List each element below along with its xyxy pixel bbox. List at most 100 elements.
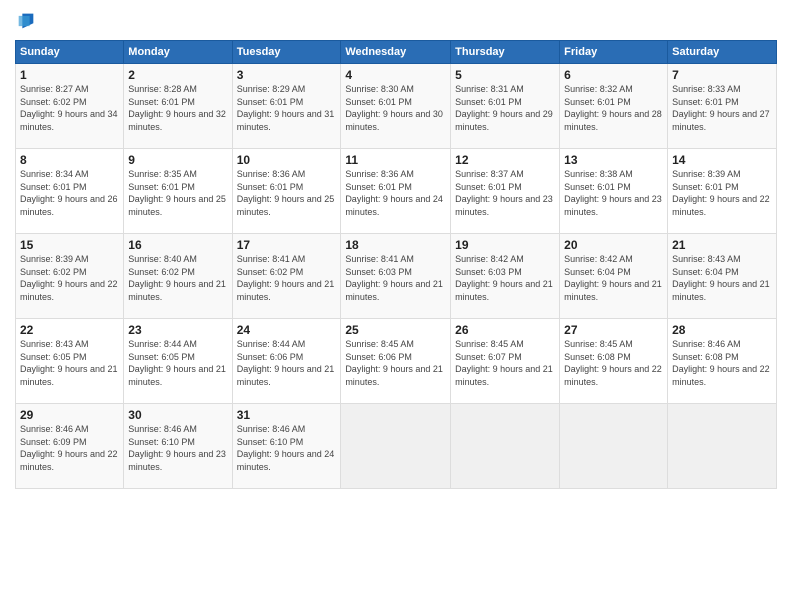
day-info: Sunrise: 8:46 AM Sunset: 6:10 PM Dayligh… (128, 423, 227, 473)
calendar-cell: 8 Sunrise: 8:34 AM Sunset: 6:01 PM Dayli… (16, 149, 124, 234)
day-number: 18 (345, 238, 446, 252)
day-number: 8 (20, 153, 119, 167)
day-number: 3 (237, 68, 337, 82)
day-number: 10 (237, 153, 337, 167)
day-number: 31 (237, 408, 337, 422)
calendar-cell: 23 Sunrise: 8:44 AM Sunset: 6:05 PM Dayl… (124, 319, 232, 404)
day-number: 11 (345, 153, 446, 167)
calendar-cell: 26 Sunrise: 8:45 AM Sunset: 6:07 PM Dayl… (451, 319, 560, 404)
day-info: Sunrise: 8:40 AM Sunset: 6:02 PM Dayligh… (128, 253, 227, 303)
day-info: Sunrise: 8:45 AM Sunset: 6:08 PM Dayligh… (564, 338, 663, 388)
day-info: Sunrise: 8:28 AM Sunset: 6:01 PM Dayligh… (128, 83, 227, 133)
day-info: Sunrise: 8:31 AM Sunset: 6:01 PM Dayligh… (455, 83, 555, 133)
day-info: Sunrise: 8:44 AM Sunset: 6:06 PM Dayligh… (237, 338, 337, 388)
calendar-week-row: 22 Sunrise: 8:43 AM Sunset: 6:05 PM Dayl… (16, 319, 777, 404)
day-info: Sunrise: 8:29 AM Sunset: 6:01 PM Dayligh… (237, 83, 337, 133)
day-info: Sunrise: 8:39 AM Sunset: 6:02 PM Dayligh… (20, 253, 119, 303)
weekday-header-saturday: Saturday (668, 41, 777, 64)
day-number: 4 (345, 68, 446, 82)
calendar-cell: 7 Sunrise: 8:33 AM Sunset: 6:01 PM Dayli… (668, 64, 777, 149)
day-info: Sunrise: 8:38 AM Sunset: 6:01 PM Dayligh… (564, 168, 663, 218)
calendar-cell: 14 Sunrise: 8:39 AM Sunset: 6:01 PM Dayl… (668, 149, 777, 234)
day-number: 25 (345, 323, 446, 337)
day-info: Sunrise: 8:42 AM Sunset: 6:03 PM Dayligh… (455, 253, 555, 303)
day-number: 16 (128, 238, 227, 252)
day-number: 17 (237, 238, 337, 252)
calendar-cell: 5 Sunrise: 8:31 AM Sunset: 6:01 PM Dayli… (451, 64, 560, 149)
day-info: Sunrise: 8:35 AM Sunset: 6:01 PM Dayligh… (128, 168, 227, 218)
calendar-cell: 18 Sunrise: 8:41 AM Sunset: 6:03 PM Dayl… (341, 234, 451, 319)
calendar-cell: 6 Sunrise: 8:32 AM Sunset: 6:01 PM Dayli… (560, 64, 668, 149)
day-number: 28 (672, 323, 772, 337)
calendar-cell (560, 404, 668, 489)
calendar-cell: 15 Sunrise: 8:39 AM Sunset: 6:02 PM Dayl… (16, 234, 124, 319)
day-info: Sunrise: 8:32 AM Sunset: 6:01 PM Dayligh… (564, 83, 663, 133)
calendar-cell: 2 Sunrise: 8:28 AM Sunset: 6:01 PM Dayli… (124, 64, 232, 149)
day-info: Sunrise: 8:30 AM Sunset: 6:01 PM Dayligh… (345, 83, 446, 133)
day-info: Sunrise: 8:41 AM Sunset: 6:03 PM Dayligh… (345, 253, 446, 303)
calendar-cell: 12 Sunrise: 8:37 AM Sunset: 6:01 PM Dayl… (451, 149, 560, 234)
day-number: 7 (672, 68, 772, 82)
calendar-cell: 24 Sunrise: 8:44 AM Sunset: 6:06 PM Dayl… (232, 319, 341, 404)
calendar-week-row: 15 Sunrise: 8:39 AM Sunset: 6:02 PM Dayl… (16, 234, 777, 319)
calendar-cell: 22 Sunrise: 8:43 AM Sunset: 6:05 PM Dayl… (16, 319, 124, 404)
calendar-week-row: 8 Sunrise: 8:34 AM Sunset: 6:01 PM Dayli… (16, 149, 777, 234)
day-number: 9 (128, 153, 227, 167)
day-number: 2 (128, 68, 227, 82)
calendar-cell: 28 Sunrise: 8:46 AM Sunset: 6:08 PM Dayl… (668, 319, 777, 404)
day-info: Sunrise: 8:36 AM Sunset: 6:01 PM Dayligh… (237, 168, 337, 218)
day-number: 30 (128, 408, 227, 422)
weekday-header-tuesday: Tuesday (232, 41, 341, 64)
day-number: 21 (672, 238, 772, 252)
calendar-cell: 10 Sunrise: 8:36 AM Sunset: 6:01 PM Dayl… (232, 149, 341, 234)
day-number: 15 (20, 238, 119, 252)
day-info: Sunrise: 8:46 AM Sunset: 6:10 PM Dayligh… (237, 423, 337, 473)
calendar-cell: 29 Sunrise: 8:46 AM Sunset: 6:09 PM Dayl… (16, 404, 124, 489)
calendar-cell (341, 404, 451, 489)
day-number: 23 (128, 323, 227, 337)
calendar-cell: 1 Sunrise: 8:27 AM Sunset: 6:02 PM Dayli… (16, 64, 124, 149)
day-info: Sunrise: 8:43 AM Sunset: 6:05 PM Dayligh… (20, 338, 119, 388)
day-info: Sunrise: 8:41 AM Sunset: 6:02 PM Dayligh… (237, 253, 337, 303)
page: SundayMondayTuesdayWednesdayThursdayFrid… (0, 0, 792, 612)
calendar-cell: 25 Sunrise: 8:45 AM Sunset: 6:06 PM Dayl… (341, 319, 451, 404)
day-info: Sunrise: 8:43 AM Sunset: 6:04 PM Dayligh… (672, 253, 772, 303)
calendar-cell: 20 Sunrise: 8:42 AM Sunset: 6:04 PM Dayl… (560, 234, 668, 319)
day-info: Sunrise: 8:34 AM Sunset: 6:01 PM Dayligh… (20, 168, 119, 218)
weekday-header-friday: Friday (560, 41, 668, 64)
calendar-table: SundayMondayTuesdayWednesdayThursdayFrid… (15, 40, 777, 489)
day-info: Sunrise: 8:45 AM Sunset: 6:06 PM Dayligh… (345, 338, 446, 388)
calendar-cell: 3 Sunrise: 8:29 AM Sunset: 6:01 PM Dayli… (232, 64, 341, 149)
day-number: 27 (564, 323, 663, 337)
calendar-cell: 4 Sunrise: 8:30 AM Sunset: 6:01 PM Dayli… (341, 64, 451, 149)
calendar-cell: 11 Sunrise: 8:36 AM Sunset: 6:01 PM Dayl… (341, 149, 451, 234)
day-number: 12 (455, 153, 555, 167)
day-info: Sunrise: 8:46 AM Sunset: 6:08 PM Dayligh… (672, 338, 772, 388)
logo (15, 10, 41, 32)
calendar-cell: 19 Sunrise: 8:42 AM Sunset: 6:03 PM Dayl… (451, 234, 560, 319)
day-info: Sunrise: 8:36 AM Sunset: 6:01 PM Dayligh… (345, 168, 446, 218)
day-info: Sunrise: 8:39 AM Sunset: 6:01 PM Dayligh… (672, 168, 772, 218)
calendar-header-row: SundayMondayTuesdayWednesdayThursdayFrid… (16, 41, 777, 64)
calendar-cell: 21 Sunrise: 8:43 AM Sunset: 6:04 PM Dayl… (668, 234, 777, 319)
calendar-cell: 30 Sunrise: 8:46 AM Sunset: 6:10 PM Dayl… (124, 404, 232, 489)
weekday-header-thursday: Thursday (451, 41, 560, 64)
day-number: 20 (564, 238, 663, 252)
generalblue-logo-icon (15, 10, 37, 32)
day-number: 14 (672, 153, 772, 167)
day-info: Sunrise: 8:45 AM Sunset: 6:07 PM Dayligh… (455, 338, 555, 388)
day-number: 29 (20, 408, 119, 422)
day-number: 19 (455, 238, 555, 252)
calendar-cell: 9 Sunrise: 8:35 AM Sunset: 6:01 PM Dayli… (124, 149, 232, 234)
day-number: 1 (20, 68, 119, 82)
day-info: Sunrise: 8:44 AM Sunset: 6:05 PM Dayligh… (128, 338, 227, 388)
calendar-cell: 17 Sunrise: 8:41 AM Sunset: 6:02 PM Dayl… (232, 234, 341, 319)
calendar-week-row: 1 Sunrise: 8:27 AM Sunset: 6:02 PM Dayli… (16, 64, 777, 149)
day-number: 26 (455, 323, 555, 337)
day-number: 6 (564, 68, 663, 82)
weekday-header-wednesday: Wednesday (341, 41, 451, 64)
day-number: 22 (20, 323, 119, 337)
day-info: Sunrise: 8:27 AM Sunset: 6:02 PM Dayligh… (20, 83, 119, 133)
day-info: Sunrise: 8:42 AM Sunset: 6:04 PM Dayligh… (564, 253, 663, 303)
day-number: 24 (237, 323, 337, 337)
